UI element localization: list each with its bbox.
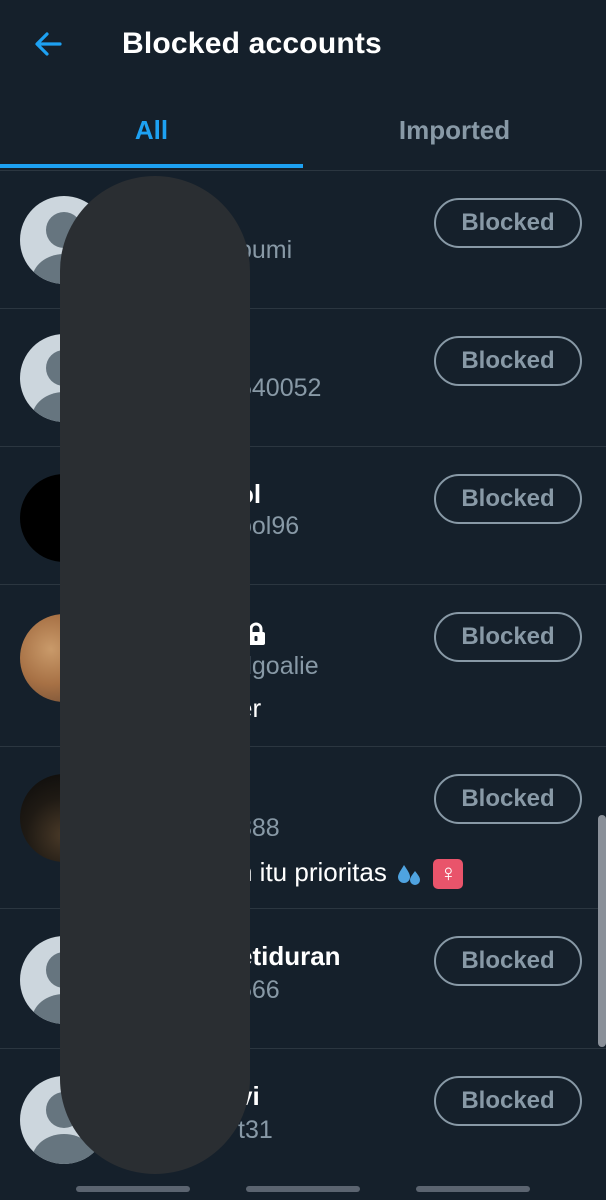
account-bio: n itu prioritas ♀ [238,856,464,890]
scrollbar[interactable] [598,815,606,1047]
account-handle: 540052 [238,374,322,402]
blocked-button[interactable]: Blocked [434,336,582,386]
tab-bar: All Imported [0,92,606,171]
account-handle: t31 [238,1116,273,1144]
nav-handle [246,1186,360,1192]
blocked-button[interactable]: Blocked [434,474,582,524]
blocked-button[interactable]: Blocked [434,612,582,662]
tab-imported[interactable]: Imported [303,92,606,168]
sweat-droplets-icon [398,865,421,886]
blocked-button[interactable]: Blocked [434,1076,582,1126]
active-tab-indicator [0,164,303,168]
tab-all[interactable]: All [0,92,303,168]
nav-handle [416,1186,530,1192]
account-name: etiduran [238,941,341,971]
arrow-left-icon [35,32,62,56]
female-sign-icon: ♀ [433,859,464,890]
account-bio-text: n itu prioritas [238,857,387,887]
page-title: Blocked accounts [122,27,382,60]
blocked-button[interactable]: Blocked [434,198,582,248]
app-bar: Blocked accounts [0,0,606,88]
redaction-overlay [60,176,250,1174]
account-handle: dgoalie [238,652,319,680]
blocked-button[interactable]: Blocked [434,774,582,824]
blocked-button[interactable]: Blocked [434,936,582,986]
nav-handle [76,1186,190,1192]
back-button[interactable] [28,24,68,64]
